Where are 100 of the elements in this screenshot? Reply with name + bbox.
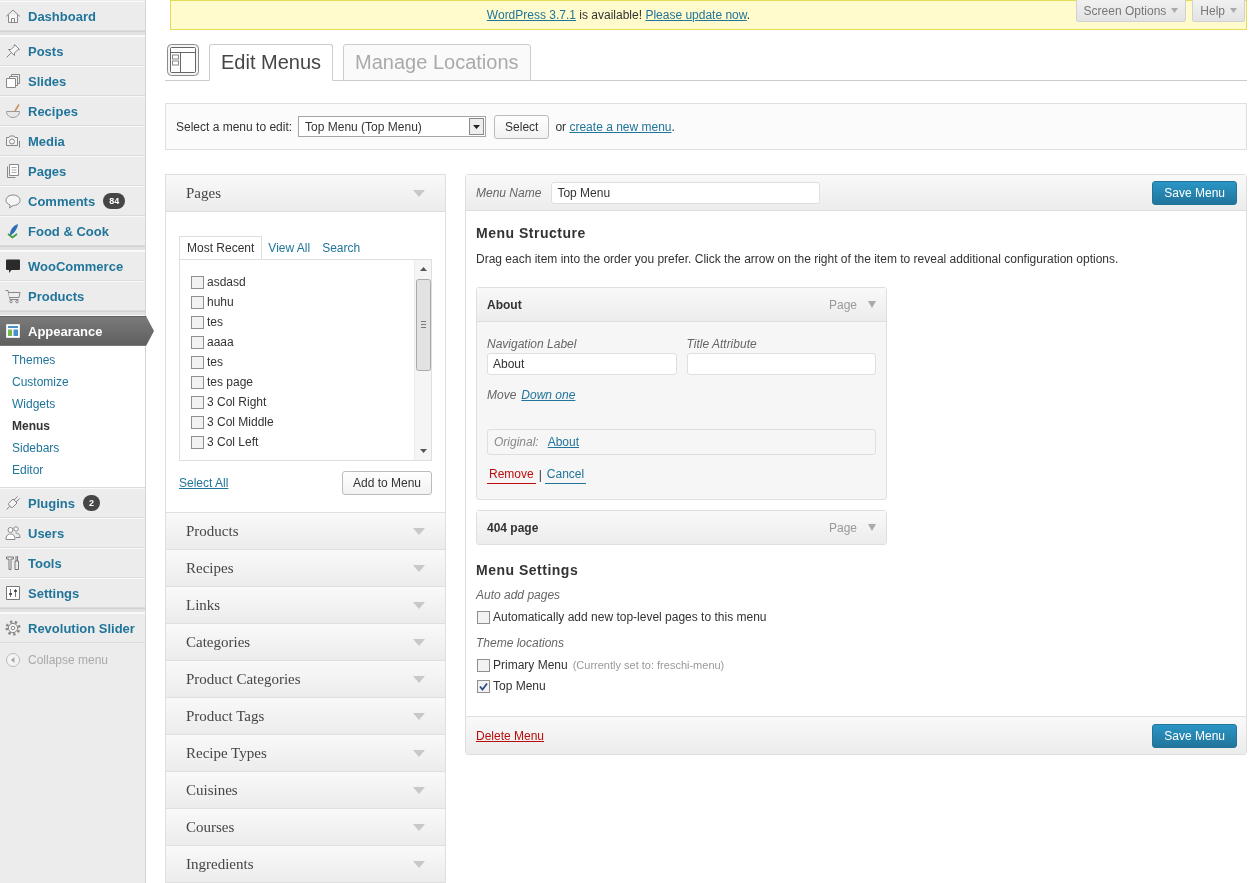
section-header[interactable]: Recipe Types: [166, 735, 445, 771]
checkbox[interactable]: [191, 435, 204, 449]
item-type-label: Page: [828, 297, 857, 312]
section-header[interactable]: Courses: [166, 809, 445, 845]
sidebar-item[interactable]: Slides: [0, 66, 145, 96]
create-menu-link[interactable]: create a new menu: [569, 119, 672, 134]
section-header[interactable]: Cuisines: [166, 772, 445, 808]
caret-icon[interactable]: [868, 524, 876, 531]
section-header[interactable]: Links: [166, 587, 445, 623]
caret-icon: [1171, 8, 1179, 13]
menu-item-header[interactable]: About Page: [477, 288, 886, 322]
sidebar-item[interactable]: WooCommerce: [0, 251, 145, 281]
section-header[interactable]: Pages: [166, 175, 445, 212]
section-header[interactable]: Recipes: [166, 550, 445, 586]
sidebar-item[interactable]: Appearance: [0, 316, 154, 346]
submenu-item[interactable]: Editor: [0, 459, 145, 481]
caret-icon: [1230, 8, 1237, 13]
checkbox-label[interactable]: tes: [207, 315, 223, 329]
scroll-up-icon[interactable]: [419, 267, 427, 271]
help-text: Drag each item into the order you prefer. Click the arrow on the right of the item to reveal additional configuration options.: [476, 251, 1120, 268]
sidebar-item[interactable]: Posts: [0, 36, 145, 66]
input-field[interactable]: [686, 353, 876, 375]
submenu-item[interactable]: Themes: [0, 349, 145, 371]
caret-icon[interactable]: [868, 301, 876, 308]
select-all-link[interactable]: Select All: [179, 476, 229, 490]
caret-icon: [413, 189, 425, 197]
delete-menu-link[interactable]: Delete Menu: [476, 728, 545, 743]
submenu-item[interactable]: Menus: [0, 415, 145, 437]
submenu-item[interactable]: Customize: [0, 371, 145, 393]
sidebar-item[interactable]: Media: [0, 126, 145, 156]
sidebar-item[interactable]: Tools: [0, 548, 145, 578]
checkbox[interactable]: [477, 679, 490, 693]
move-link[interactable]: Down one: [521, 386, 576, 404]
menu-name-field[interactable]: Top Menu: [551, 181, 821, 204]
scroll-down-icon[interactable]: [419, 449, 427, 453]
checkbox[interactable]: [191, 395, 204, 409]
checkbox-label[interactable]: 3 Col Right: [207, 395, 267, 409]
checkbox-label[interactable]: tes: [207, 355, 223, 369]
scrollbar[interactable]: [414, 260, 431, 460]
caret-icon: [413, 564, 425, 572]
select-button[interactable]: Select: [494, 114, 550, 139]
scroll-thumb[interactable]: [415, 279, 431, 371]
menu-dropdown[interactable]: Top Menu (Top Menu): [298, 116, 487, 137]
section-header[interactable]: Product Categories: [166, 661, 445, 697]
sidebar-item[interactable]: Pages: [0, 156, 145, 186]
pin-icon: [5, 43, 21, 59]
tab[interactable]: Most Recent: [179, 236, 263, 259]
slides-icon: [5, 73, 21, 89]
checkbox[interactable]: [191, 415, 204, 429]
menu-item-header[interactable]: 404 page Page: [477, 511, 886, 544]
checkbox[interactable]: [191, 375, 204, 389]
sidebar-item[interactable]: Revolution Slider: [0, 613, 145, 643]
original-link[interactable]: About: [547, 435, 580, 449]
help-button[interactable]: Help: [1192, 0, 1245, 22]
field-label: Navigation Label: [487, 337, 578, 351]
submenu-item[interactable]: Sidebars: [0, 437, 145, 459]
checkbox[interactable]: [191, 295, 204, 309]
checkbox-label[interactable]: Top Menu: [493, 679, 546, 693]
checkbox[interactable]: [477, 658, 490, 672]
checkbox[interactable]: [477, 610, 490, 624]
sidebar-item[interactable]: Plugins 2: [0, 488, 145, 518]
feather-icon: [5, 223, 21, 239]
checkbox-label[interactable]: asdasd: [207, 275, 246, 289]
notice-link[interactable]: WordPress 3.7.1: [486, 8, 576, 22]
menu-item-title: About: [487, 297, 522, 312]
save-menu-button[interactable]: Save Menu: [1152, 180, 1237, 205]
checkbox[interactable]: [191, 275, 204, 289]
checkbox-label[interactable]: 3 Col Middle: [207, 415, 274, 429]
tab[interactable]: Edit Menus: [209, 44, 334, 81]
notice-link[interactable]: Please update now: [645, 8, 747, 22]
caret-icon: [413, 823, 425, 831]
section-header[interactable]: Ingredients: [166, 846, 445, 882]
section-header[interactable]: Products: [166, 513, 445, 549]
remove-link[interactable]: Remove: [487, 466, 536, 484]
save-menu-button[interactable]: Save Menu: [1152, 723, 1237, 748]
submenu-item[interactable]: Widgets: [0, 393, 145, 415]
sidebar-item[interactable]: Comments 84: [0, 186, 145, 216]
caret-icon: [413, 712, 425, 720]
collapse-icon: [5, 652, 21, 668]
checkbox-label[interactable]: huhu: [207, 295, 234, 309]
sidebar-item[interactable]: Users: [0, 518, 145, 548]
input-field[interactable]: About: [487, 353, 677, 375]
checkbox-label[interactable]: 3 Col Left: [207, 435, 259, 449]
document-icon: [5, 163, 21, 179]
tab[interactable]: Search: [316, 237, 367, 259]
sidebar-item[interactable]: Recipes: [0, 96, 145, 126]
checkbox[interactable]: [191, 315, 204, 329]
add-to-menu-button[interactable]: Add to Menu: [341, 471, 432, 495]
checkbox[interactable]: [191, 355, 204, 369]
section-header[interactable]: Categories: [166, 624, 445, 660]
screen-options-button[interactable]: Screen Options: [1075, 0, 1187, 22]
checkbox-label[interactable]: Primary Menu: [493, 658, 568, 672]
cancel-link[interactable]: Cancel: [544, 466, 587, 484]
checkbox-label[interactable]: aaaa: [207, 335, 234, 349]
checkbox[interactable]: [191, 335, 204, 349]
checkbox-label[interactable]: Automatically add new top-level pages to this menu: [493, 610, 767, 624]
users-icon: [5, 525, 21, 541]
checkbox-label[interactable]: tes page: [207, 375, 254, 389]
section-header[interactable]: Product Tags: [166, 698, 445, 734]
tab[interactable]: View All: [262, 237, 317, 259]
